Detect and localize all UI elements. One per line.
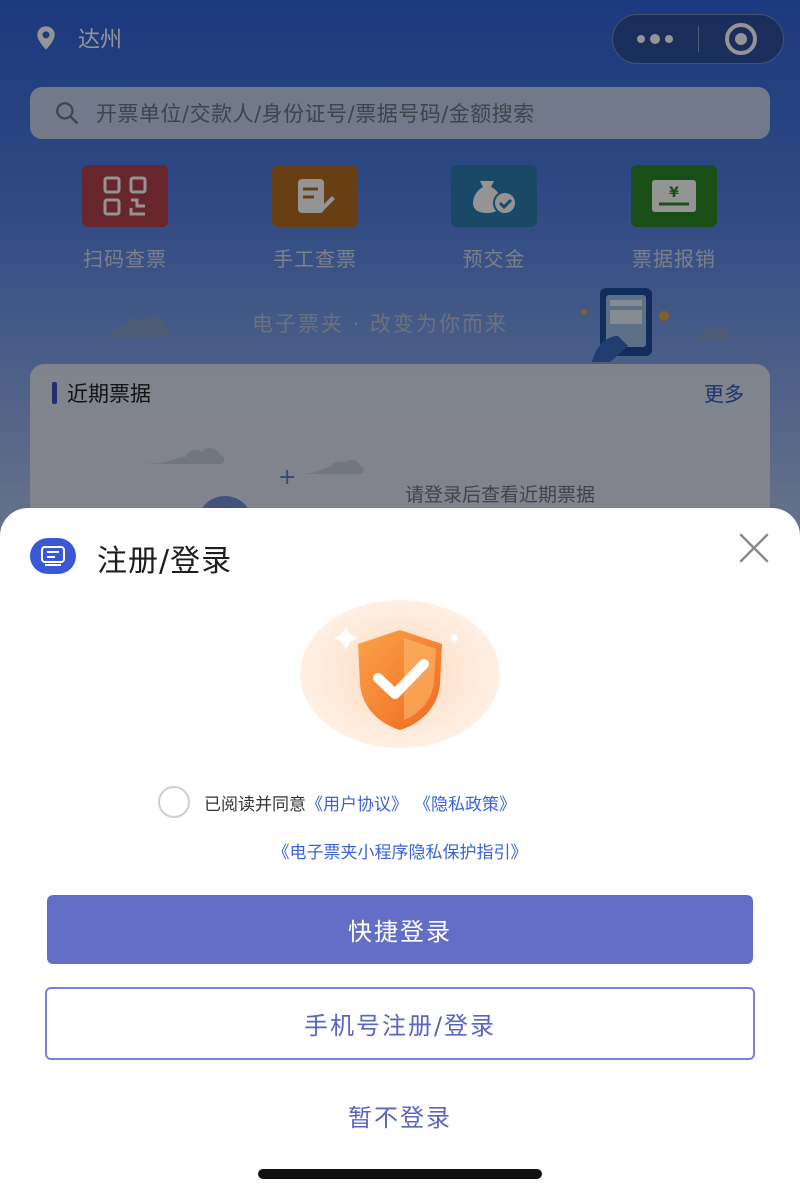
phone-login-button[interactable]: 手机号注册/登录 (45, 987, 755, 1060)
privacy-policy-link[interactable]: 《隐私政策》 (414, 790, 516, 815)
agreement-row: 已阅读并同意 《用户协议》 《隐私政策》 (158, 786, 516, 818)
home-indicator[interactable] (258, 1169, 542, 1179)
privacy-guide-link[interactable]: 《电子票夹小程序隐私保护指引》 (0, 838, 800, 863)
shield-check-icon (300, 600, 500, 748)
quick-login-button[interactable]: 快捷登录 (47, 895, 753, 964)
user-agreement-link[interactable]: 《用户协议》 (306, 790, 408, 815)
agree-checkbox[interactable] (158, 786, 190, 818)
skip-login-button[interactable]: 暂不登录 (0, 1098, 800, 1133)
sheet-title: 注册/登录 (97, 544, 233, 579)
agree-text: 已阅读并同意 (204, 794, 306, 815)
close-icon[interactable] (736, 530, 772, 566)
app-logo-icon (30, 538, 76, 574)
login-sheet: 注册/登录 已阅读并同意 《用户协议》 《隐私政策》 《电子票夹小程序隐私保护指… (0, 508, 800, 1190)
